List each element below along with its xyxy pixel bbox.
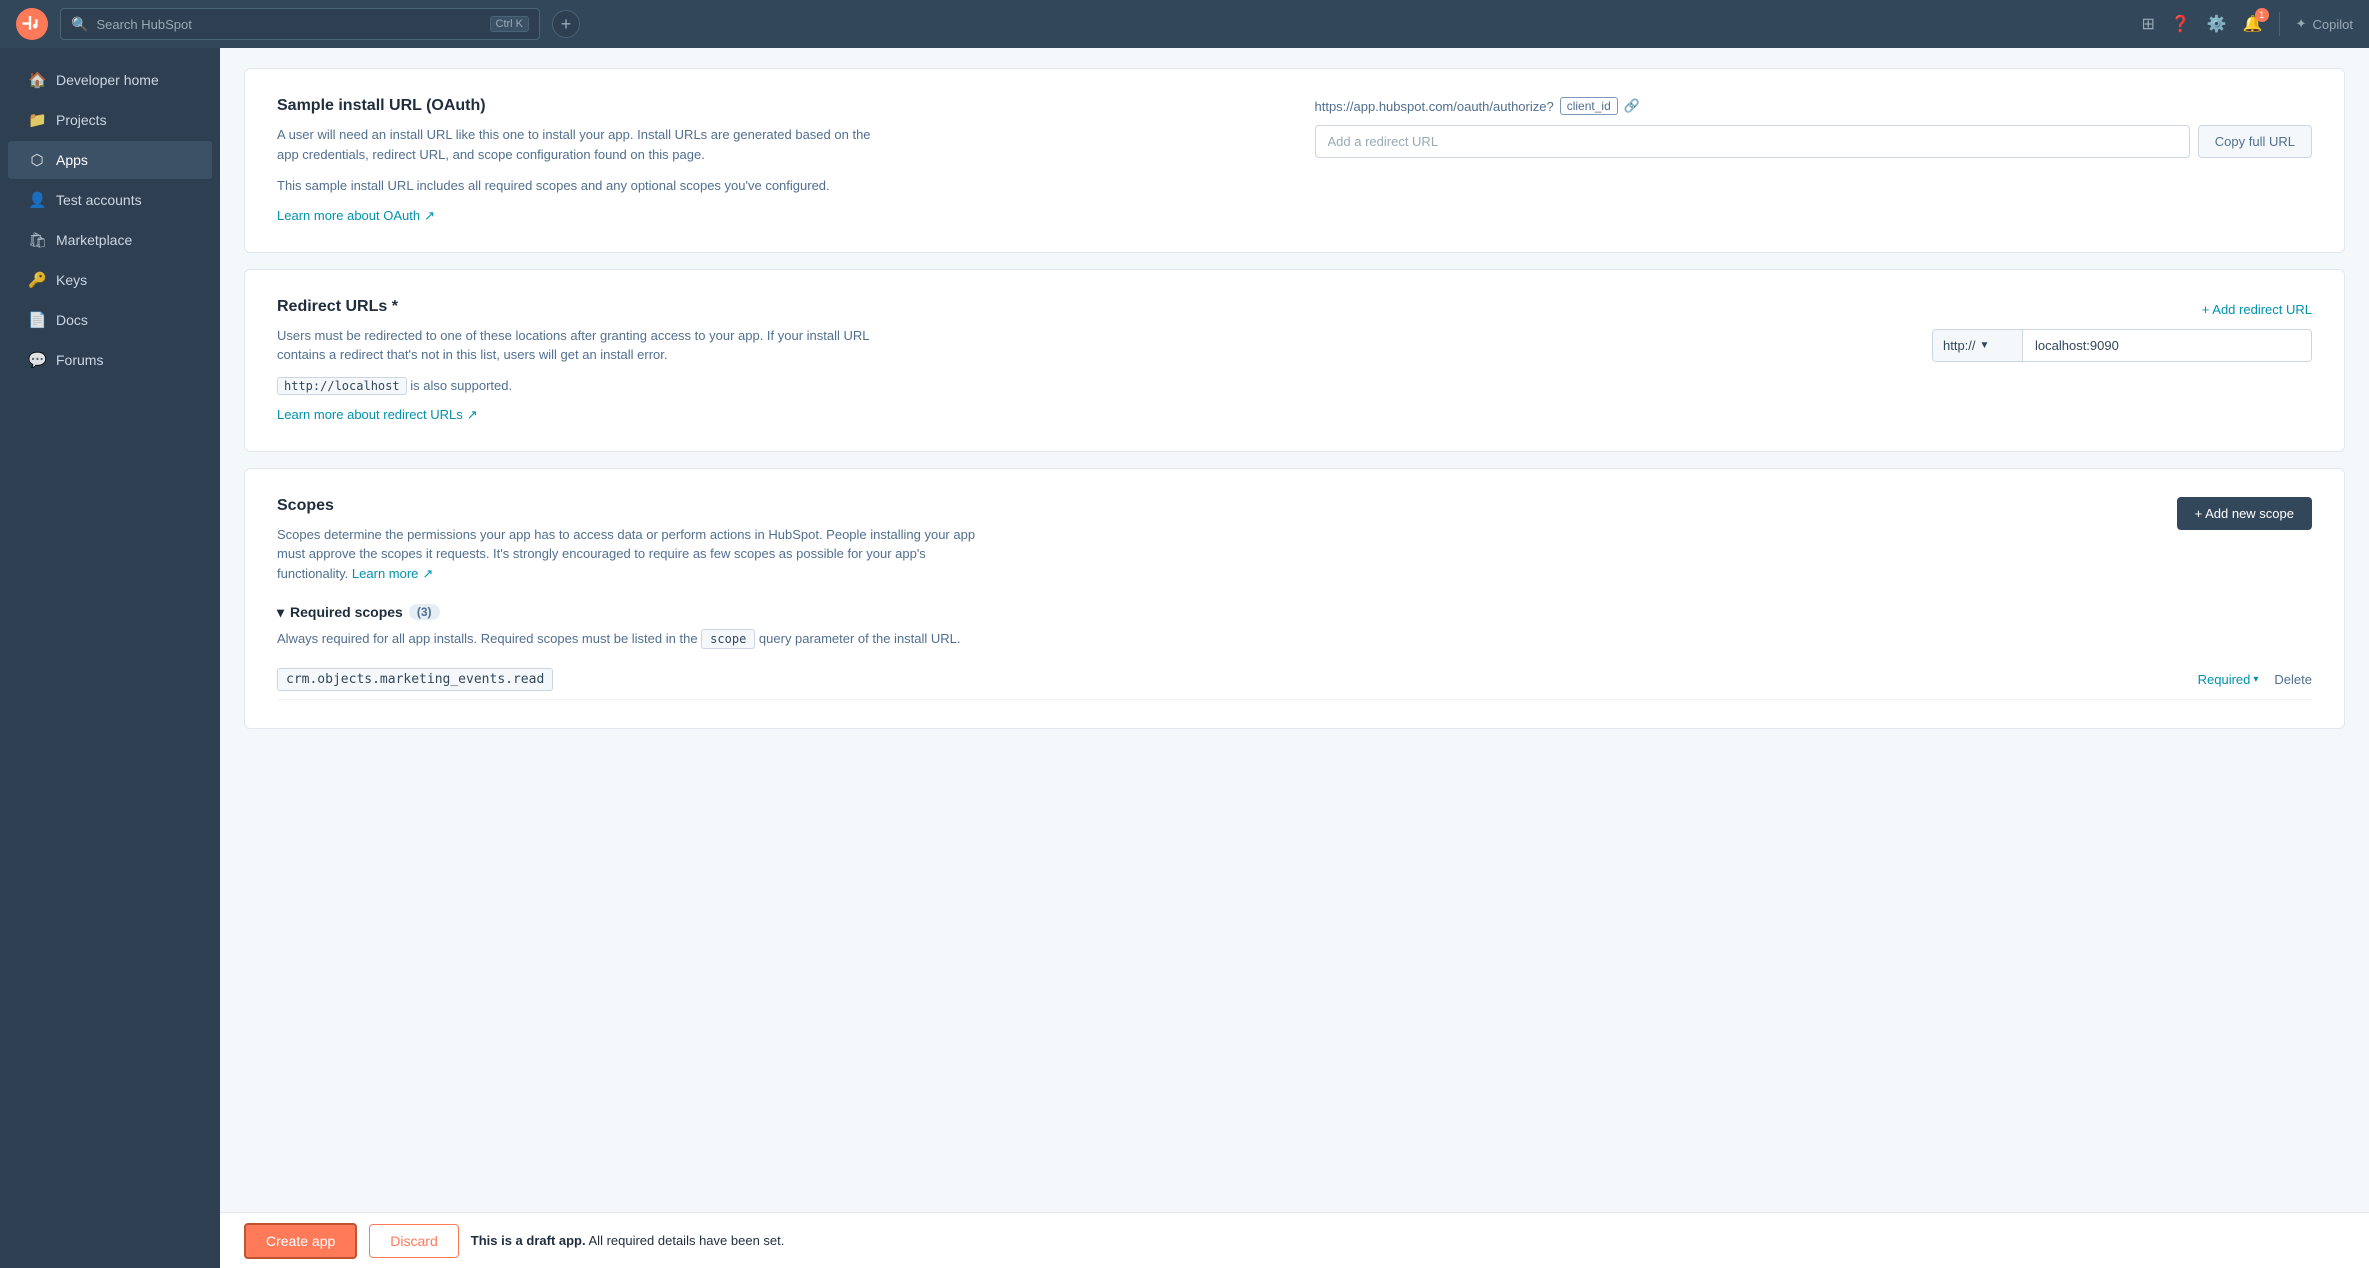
required-scopes-description: Always required for all app installs. Re… bbox=[277, 629, 2312, 649]
scope-row: crm.objects.marketing_events.read Requir… bbox=[277, 660, 2312, 700]
sidebar-item-test-accounts[interactable]: 👤 Test accounts bbox=[8, 181, 212, 219]
scope-param-code: scope bbox=[701, 629, 755, 649]
sidebar-item-label: Marketplace bbox=[56, 232, 132, 248]
add-new-scope-button[interactable]: + Add new scope bbox=[2177, 497, 2312, 530]
draft-notice-text: All required details have been set. bbox=[589, 1233, 785, 1248]
oauth-url-row: https://app.hubspot.com/oauth/authorize?… bbox=[1315, 97, 2313, 115]
chevron-down-icon: ▾ bbox=[277, 604, 284, 621]
forums-icon: 💬 bbox=[28, 351, 46, 369]
scopes-header: Scopes Scopes determine the permissions … bbox=[277, 497, 2312, 584]
sample-install-url-desc1: A user will need an install URL like thi… bbox=[277, 125, 877, 164]
sidebar-item-label: Keys bbox=[56, 272, 87, 288]
redirect-url-input-group: http:// ▼ bbox=[1932, 329, 2312, 362]
sidebar-item-label: Apps bbox=[56, 152, 88, 168]
scopes-desc: Scopes determine the permissions your ap… bbox=[277, 525, 977, 584]
nav-divider bbox=[2279, 12, 2280, 36]
create-app-button[interactable]: Create app bbox=[244, 1223, 357, 1259]
main-content: Sample install URL (OAuth) A user will n… bbox=[220, 48, 2369, 1268]
localhost-badge: http://localhost bbox=[277, 377, 407, 395]
marketplace-icon: 🛍 bbox=[28, 231, 46, 249]
url-path-input[interactable] bbox=[2023, 330, 2311, 361]
sidebar-item-label: Projects bbox=[56, 112, 107, 128]
redirect-urls-header: Redirect URLs * Users must be redirected… bbox=[277, 298, 2312, 423]
search-bar[interactable]: 🔍 Ctrl K bbox=[60, 8, 540, 40]
bottom-bar: Create app Discard This is a draft app. … bbox=[220, 1212, 2369, 1268]
sample-install-url-title: Sample install URL (OAuth) bbox=[277, 97, 1275, 115]
keys-icon: 🔑 bbox=[28, 271, 46, 289]
sidebar-item-developer-home[interactable]: 🏠 Developer home bbox=[8, 61, 212, 99]
home-icon: 🏠 bbox=[28, 71, 46, 89]
sidebar-item-forums[interactable]: 💬 Forums bbox=[8, 341, 212, 379]
redirect-urls-learn-more-link[interactable]: Learn more about redirect URLs ↗ bbox=[277, 407, 478, 423]
help-icon[interactable]: ❓ bbox=[2171, 14, 2191, 34]
sample-install-url-desc2: This sample install URL includes all req… bbox=[277, 176, 877, 196]
settings-icon[interactable]: ⚙️ bbox=[2207, 14, 2227, 34]
redirect-url-row: Copy full URL bbox=[1315, 125, 2313, 158]
nav-right-icons: ⊞ ❓ ⚙️ 🔔1 ✦ Copilot bbox=[2141, 12, 2353, 36]
copilot-label: Copilot bbox=[2313, 17, 2353, 32]
add-redirect-url-link[interactable]: + Add redirect URL bbox=[2202, 302, 2312, 317]
external-link-icon: ↗ bbox=[467, 407, 478, 423]
required-scopes-label: Required scopes bbox=[290, 604, 403, 620]
redirect-urls-desc: Users must be redirected to one of these… bbox=[277, 326, 877, 365]
top-navigation: 🔍 Ctrl K + ⊞ ❓ ⚙️ 🔔1 ✦ Copilot bbox=[0, 0, 2369, 48]
sidebar-item-apps[interactable]: ⬡ Apps bbox=[8, 141, 212, 179]
test-accounts-icon: 👤 bbox=[28, 191, 46, 209]
redirect-urls-card: Redirect URLs * Users must be redirected… bbox=[244, 269, 2345, 452]
add-redirect-url-input[interactable] bbox=[1315, 125, 2190, 158]
sidebar: 🏠 Developer home 📁 Projects ⬡ Apps 👤 Tes… bbox=[0, 48, 220, 1268]
sidebar-item-label: Developer home bbox=[56, 72, 159, 88]
notifications-icon[interactable]: 🔔1 bbox=[2243, 14, 2263, 34]
required-scopes-toggle[interactable]: ▾ Required scopes (3) bbox=[277, 604, 2312, 621]
sidebar-item-marketplace[interactable]: 🛍 Marketplace bbox=[8, 221, 212, 259]
sidebar-item-docs[interactable]: 📄 Docs bbox=[8, 301, 212, 339]
external-link-icon: ↗ bbox=[424, 208, 435, 224]
scope-actions: Required ▾ Delete bbox=[2198, 672, 2312, 687]
search-icon: 🔍 bbox=[71, 16, 88, 33]
chevron-down-icon: ▾ bbox=[2253, 674, 2258, 685]
sidebar-item-keys[interactable]: 🔑 Keys bbox=[8, 261, 212, 299]
docs-icon: 📄 bbox=[28, 311, 46, 329]
add-tab-button[interactable]: + bbox=[552, 10, 580, 38]
draft-notice-bold: This is a draft app. bbox=[471, 1233, 586, 1248]
scopes-learn-more-link[interactable]: Learn more ↗ bbox=[352, 564, 433, 584]
projects-icon: 📁 bbox=[28, 111, 46, 129]
draft-notice: This is a draft app. All required detail… bbox=[471, 1233, 785, 1248]
sidebar-item-label: Test accounts bbox=[56, 192, 142, 208]
scopes-title: Scopes bbox=[277, 497, 977, 515]
keyboard-shortcut: Ctrl K bbox=[490, 16, 530, 32]
redirect-urls-title: Redirect URLs * bbox=[277, 298, 877, 316]
discard-button[interactable]: Discard bbox=[369, 1224, 458, 1258]
scope-delete-button[interactable]: Delete bbox=[2274, 672, 2312, 687]
chain-icon: 🔗 bbox=[1624, 98, 1640, 114]
required-scopes-count: (3) bbox=[409, 604, 440, 620]
copilot-button[interactable]: ✦ Copilot bbox=[2296, 16, 2353, 32]
oauth-url-prefix: https://app.hubspot.com/oauth/authorize? bbox=[1315, 99, 1554, 114]
apps-icon: ⬡ bbox=[28, 151, 46, 169]
scopes-card: Scopes Scopes determine the permissions … bbox=[244, 468, 2345, 730]
protocol-select[interactable]: http:// ▼ bbox=[1933, 330, 2023, 361]
grid-icon[interactable]: ⊞ bbox=[2141, 14, 2154, 34]
hubspot-logo bbox=[16, 8, 48, 40]
scope-required-dropdown[interactable]: Required ▾ bbox=[2198, 672, 2259, 687]
sidebar-item-label: Forums bbox=[56, 352, 103, 368]
oauth-learn-more-link[interactable]: Learn more about OAuth ↗ bbox=[277, 208, 435, 224]
search-input[interactable] bbox=[96, 17, 481, 32]
sidebar-item-label: Docs bbox=[56, 312, 88, 328]
scope-name: crm.objects.marketing_events.read bbox=[277, 668, 553, 691]
copy-full-url-button[interactable]: Copy full URL bbox=[2198, 125, 2312, 158]
sidebar-item-projects[interactable]: 📁 Projects bbox=[8, 101, 212, 139]
localhost-note: http://localhost is also supported. bbox=[277, 377, 877, 395]
external-link-icon: ↗ bbox=[422, 564, 433, 584]
sample-install-url-card: Sample install URL (OAuth) A user will n… bbox=[244, 68, 2345, 253]
notification-count: 1 bbox=[2255, 8, 2269, 22]
chevron-down-icon: ▼ bbox=[1980, 340, 1990, 351]
copilot-icon: ✦ bbox=[2296, 16, 2307, 32]
client-id-badge: client_id bbox=[1560, 97, 1618, 115]
